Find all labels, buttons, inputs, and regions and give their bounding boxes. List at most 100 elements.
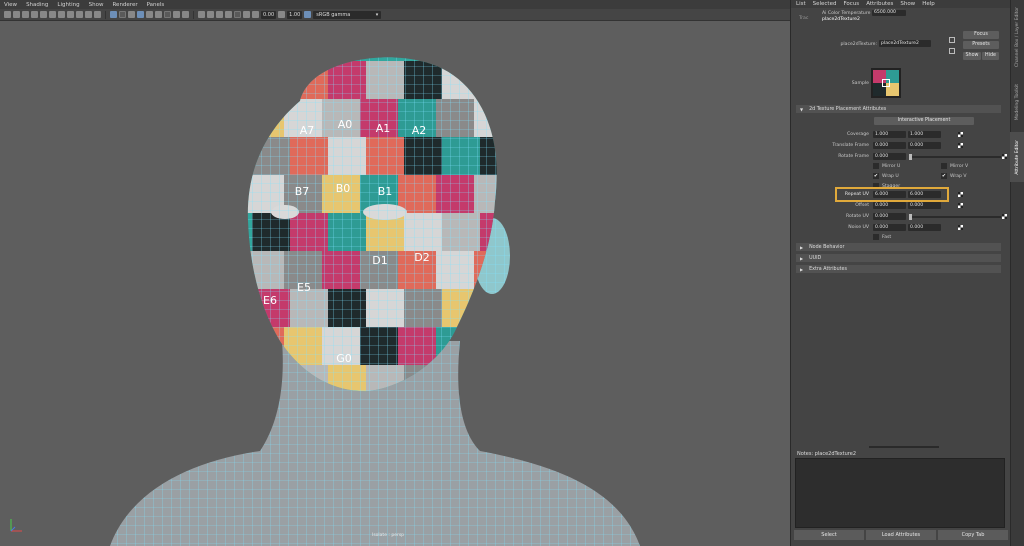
node-tab-prefix[interactable]: Trac (799, 16, 808, 21)
gamma-icon[interactable] (278, 11, 286, 18)
depth-of-field-icon[interactable] (225, 11, 232, 18)
menu-renderer[interactable]: Renderer (112, 2, 137, 8)
translate-frame-u-field[interactable]: 0.000 (873, 142, 906, 149)
camera-exposure-icon[interactable] (252, 11, 259, 18)
noise-uv-map-icon[interactable] (958, 225, 963, 230)
section-uuid[interactable]: ▶ UUID (796, 254, 1001, 262)
slider-handle[interactable] (909, 214, 912, 220)
gamma-field[interactable]: 1.00 (287, 10, 303, 19)
ai-color-temperature-field[interactable]: 6500.000 (872, 10, 906, 16)
node-name-label: place2dTexture: (840, 42, 877, 47)
noise-uv-u-field[interactable]: 0.000 (873, 224, 906, 231)
color-management-icon[interactable] (304, 11, 312, 18)
camera-icon[interactable] (4, 11, 11, 18)
section-2d-texture-placement[interactable]: ▼ 2d Texture Placement Attributes (796, 105, 1001, 113)
rotate-frame-field[interactable]: 0.000 (873, 153, 906, 160)
focus-node-icon[interactable] (949, 37, 955, 43)
coverage-v-field[interactable]: 1.000 (908, 131, 941, 138)
coverage-map-icon[interactable] (958, 132, 963, 137)
offset-v-field[interactable]: 0.000 (908, 202, 941, 209)
tab-channel-box[interactable]: Channel Box / Layer Editor (1010, 4, 1024, 70)
view-transform-select[interactable]: sRGB gamma ▾ (313, 10, 382, 19)
menu-list[interactable]: List (796, 1, 806, 7)
offset-u-field[interactable]: 0.000 (873, 202, 906, 209)
xray-active-icon[interactable] (243, 11, 250, 18)
noise-uv-v-field[interactable]: 0.000 (908, 224, 941, 231)
film-gate-icon[interactable] (49, 11, 56, 18)
translate-frame-map-icon[interactable] (958, 143, 963, 148)
wrap-u-checkbox[interactable]: ✔ (873, 173, 879, 179)
select-button[interactable]: Select (794, 530, 864, 540)
use-all-lights-icon[interactable] (173, 11, 180, 18)
field-chart-icon[interactable] (76, 11, 83, 18)
focus-button[interactable]: Focus (963, 31, 999, 39)
menu-lighting[interactable]: Lighting (57, 2, 79, 8)
slider-handle[interactable] (909, 154, 912, 160)
menu-show[interactable]: Show (89, 2, 104, 8)
bookmark-icon[interactable] (22, 11, 29, 18)
menu-shading[interactable]: Shading (26, 2, 48, 8)
mirror-u-checkbox[interactable] (873, 163, 879, 169)
presets-button[interactable]: Presets (963, 41, 999, 49)
safe-title-icon[interactable] (94, 11, 101, 18)
xray-joints-icon[interactable] (155, 11, 162, 18)
expand-right-icon: ▶ (800, 255, 804, 261)
load-attributes-button[interactable]: Load Attributes (866, 530, 936, 540)
hide-button[interactable]: Hide (982, 52, 999, 60)
interactive-placement-button[interactable]: Interactive Placement (874, 117, 974, 125)
notes-label: Notes: place2dTexture2 (797, 451, 857, 457)
wrap-v-checkbox[interactable]: ✔ (941, 173, 947, 179)
screen-space-ao-icon[interactable] (198, 11, 205, 18)
notes-splitter[interactable] (869, 446, 939, 448)
rotate-uv-field[interactable]: 0.000 (873, 213, 906, 220)
viewport-panel[interactable]: View Shading Lighting Show Renderer Pane… (0, 0, 790, 546)
motion-blur-icon[interactable] (207, 11, 214, 18)
tab-modeling-toolkit[interactable]: Modeling Toolkit (1010, 76, 1024, 128)
shadows-icon[interactable] (182, 11, 189, 18)
menu-show[interactable]: Show (900, 1, 915, 7)
resolution-gate-icon[interactable] (58, 11, 65, 18)
isolate-select-icon[interactable] (234, 11, 241, 18)
translate-frame-v-field[interactable]: 0.000 (908, 142, 941, 149)
rotate-uv-slider[interactable] (909, 214, 1001, 220)
xray-icon[interactable] (146, 11, 153, 18)
gate-mask-icon[interactable] (67, 11, 74, 18)
coverage-u-field[interactable]: 1.000 (873, 131, 906, 138)
rotate-uv-map-icon[interactable] (1002, 214, 1007, 219)
menu-attributes[interactable]: Attributes (866, 1, 893, 7)
mirror-v-checkbox[interactable] (941, 163, 947, 169)
default-material-icon[interactable] (128, 11, 135, 18)
offset-map-icon[interactable] (958, 203, 963, 208)
copy-tab-button[interactable]: Copy Tab (938, 530, 1008, 540)
axis-gizmo (10, 519, 22, 532)
textured-icon[interactable] (164, 11, 171, 18)
presets-node-icon[interactable] (949, 48, 955, 54)
safe-action-icon[interactable] (85, 11, 92, 18)
node-tab-place2dtexture2[interactable]: place2dTexture2 (822, 17, 860, 22)
wireframe-icon[interactable] (110, 11, 117, 18)
menu-panels[interactable]: Panels (147, 2, 165, 8)
section-node-behavior[interactable]: ▶ Node Behavior (796, 243, 1001, 251)
notes-textarea[interactable] (795, 458, 1005, 528)
camera-attributes-icon[interactable] (13, 11, 20, 18)
image-plane-icon[interactable] (31, 11, 38, 18)
smooth-shade-icon[interactable] (119, 11, 126, 18)
menu-view[interactable]: View (4, 2, 17, 8)
wireframe-on-shaded-icon[interactable] (137, 11, 144, 18)
tab-attribute-editor[interactable]: Attribute Editor (1010, 132, 1024, 182)
repeat-uv-map-icon[interactable] (958, 192, 963, 197)
anti-aliasing-icon[interactable] (216, 11, 223, 18)
fast-checkbox[interactable] (873, 234, 879, 240)
rotate-frame-map-icon[interactable] (1002, 154, 1007, 159)
grid-icon[interactable] (40, 11, 47, 18)
section-extra-attributes[interactable]: ▶ Extra Attributes (796, 265, 1001, 273)
head-model[interactable]: A7 A0 A1 A2 B7 B0 B1 D1 D2 E6 E5 G0 (0, 21, 790, 546)
rotate-frame-slider[interactable] (909, 154, 1001, 160)
show-button[interactable]: Show (963, 52, 981, 60)
node-name-field[interactable]: place2dTexture2 (879, 40, 931, 47)
menu-focus[interactable]: Focus (843, 1, 859, 7)
tab-label: Channel Box / Layer Editor (1014, 7, 1020, 67)
exposure-field[interactable]: 0.00 (261, 10, 277, 19)
menu-selected[interactable]: Selected (813, 1, 837, 7)
menu-help[interactable]: Help (922, 1, 935, 7)
